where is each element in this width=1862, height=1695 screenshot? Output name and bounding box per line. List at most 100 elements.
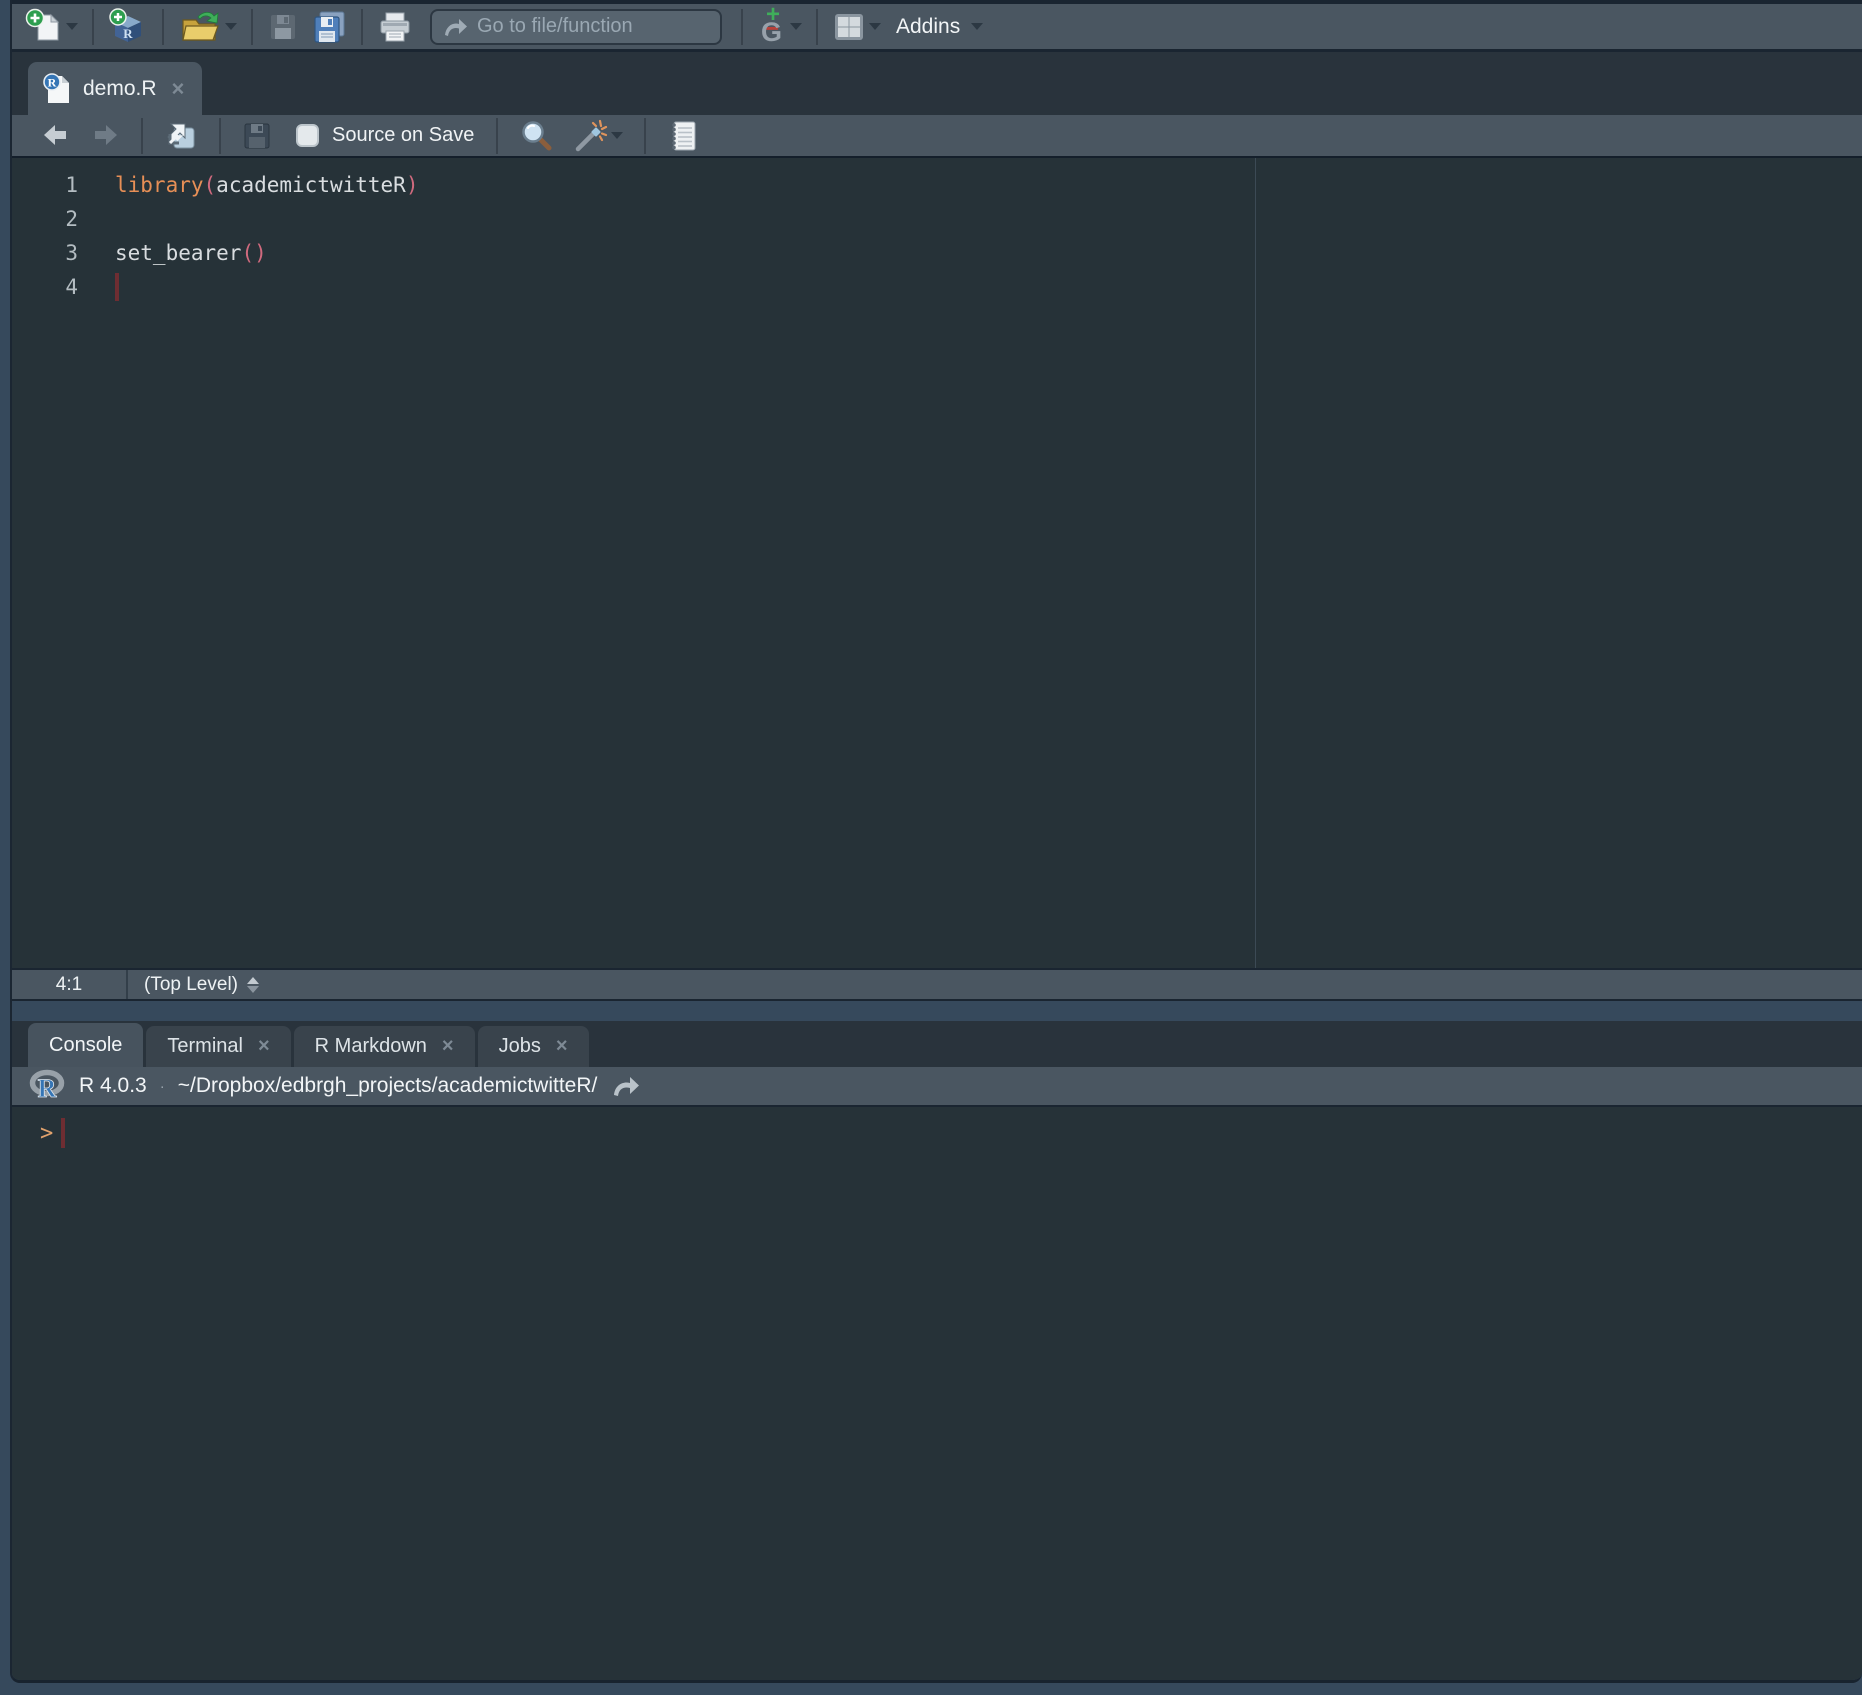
tab-r-markdown[interactable]: R Markdown ×	[294, 1026, 475, 1067]
tab-jobs[interactable]: Jobs ×	[478, 1026, 589, 1067]
code-content[interactable]	[78, 270, 119, 304]
code-token-paren: )	[406, 168, 419, 202]
editor-status-bar: 4:1 (Top Level)	[12, 968, 1862, 1001]
find-replace-button[interactable]	[514, 116, 558, 156]
rstudio-window: R	[0, 0, 1862, 1695]
magic-wand-icon	[572, 119, 608, 153]
close-icon[interactable]: ×	[556, 1035, 568, 1058]
r-file-icon: R	[42, 72, 72, 106]
goto-file-function-input[interactable]	[477, 15, 710, 38]
tab-label: R Markdown	[315, 1035, 427, 1058]
pane-divider[interactable]	[12, 1001, 1862, 1021]
new-file-dropdown-caret[interactable]	[66, 23, 78, 30]
close-icon[interactable]: ×	[442, 1035, 454, 1058]
new-project-icon: R	[108, 7, 148, 47]
console-tab-strip: Console Terminal × R Markdown × Jobs ×	[12, 1021, 1862, 1067]
open-file-dropdown-caret[interactable]	[225, 23, 237, 30]
workspace-panes-button[interactable]	[827, 7, 886, 47]
code-token-identifier: set_bearer	[115, 236, 241, 270]
forward-button[interactable]	[85, 116, 125, 156]
source-editor[interactable]: 1 library(academictwitteR) 2 3 set_beare…	[12, 158, 1862, 968]
console-prompt-line: >	[40, 1117, 1862, 1149]
code-tools-button[interactable]	[567, 116, 628, 156]
code-tools-dropdown-caret[interactable]	[611, 132, 623, 139]
panes-layout-icon	[832, 11, 866, 43]
editor-cursor	[115, 273, 119, 301]
save-all-button[interactable]	[306, 7, 352, 47]
goto-file-function-box[interactable]	[430, 9, 722, 45]
compile-report-button[interactable]	[662, 116, 702, 156]
save-button[interactable]	[262, 7, 304, 47]
console-prompt: >	[40, 1121, 53, 1146]
line-number: 4	[12, 270, 78, 304]
main-toolbar: R	[12, 0, 1862, 52]
toolbar-separator	[741, 9, 743, 45]
scope-spinner-icon[interactable]	[247, 977, 259, 993]
save-document-button[interactable]	[237, 116, 277, 156]
toolbar-separator	[219, 118, 221, 154]
tab-console[interactable]: Console	[28, 1023, 143, 1067]
toolbar-separator	[496, 118, 498, 154]
toolbar-separator	[251, 9, 253, 45]
open-folder-icon	[178, 8, 222, 46]
svg-text:R: R	[48, 75, 57, 89]
tab-terminal[interactable]: Terminal ×	[146, 1026, 290, 1067]
working-directory-label: ~/Dropbox/edbrgh_projects/academictwitte…	[178, 1074, 598, 1098]
git-letter-glyph: G	[761, 17, 782, 48]
console-header: R R 4.0.3 · ~/Dropbox/edbrgh_projects/ac…	[12, 1067, 1862, 1107]
toolbar-separator	[141, 118, 143, 154]
scope-selector[interactable]: (Top Level)	[128, 970, 259, 999]
new-file-button[interactable]	[20, 7, 83, 47]
popout-icon	[164, 120, 198, 152]
forward-icon	[90, 122, 120, 150]
r-logo-icon: R	[28, 1069, 66, 1103]
source-on-save-checkbox[interactable]	[296, 124, 319, 147]
r-version-label: R 4.0.3	[79, 1074, 147, 1098]
code-line: 2	[12, 202, 1862, 236]
open-file-button[interactable]	[173, 7, 242, 47]
toolbar-separator	[816, 9, 818, 45]
line-number: 2	[12, 202, 78, 236]
save-icon	[242, 121, 272, 151]
toolbar-separator	[162, 9, 164, 45]
code-content[interactable]: library(academictwitteR)	[78, 168, 418, 202]
code-line: 4	[12, 270, 1862, 304]
tab-label: Jobs	[499, 1035, 541, 1058]
cursor-position[interactable]: 4:1	[12, 970, 128, 999]
show-in-new-window-button[interactable]	[159, 116, 203, 156]
svg-text:R: R	[38, 1074, 57, 1103]
console[interactable]: >	[12, 1107, 1862, 1680]
tab-demo-r[interactable]: R demo.R ×	[28, 62, 202, 115]
code-content[interactable]: set_bearer()	[78, 236, 267, 270]
goto-arrow-icon	[442, 15, 468, 39]
header-separator-dot: ·	[160, 1078, 165, 1095]
code-token-identifier: academictwitteR	[216, 168, 406, 202]
source-on-save-label: Source on Save	[332, 124, 474, 147]
new-project-button[interactable]: R	[103, 7, 153, 47]
svg-text:R: R	[123, 26, 133, 41]
save-all-icon	[311, 10, 347, 44]
addins-menu[interactable]: Addins	[888, 15, 991, 39]
close-icon[interactable]: ×	[258, 1035, 270, 1058]
tab-label: Console	[49, 1034, 122, 1057]
version-control-dropdown-caret[interactable]	[790, 23, 802, 30]
addins-dropdown-caret	[971, 23, 983, 30]
print-button[interactable]	[372, 7, 418, 47]
print-margin-line	[1255, 158, 1256, 968]
tab-label: Terminal	[167, 1035, 243, 1058]
code-token-keyword: library	[115, 168, 204, 202]
code-content[interactable]	[78, 202, 115, 236]
code-line: 3 set_bearer()	[12, 236, 1862, 270]
compile-notebook-icon	[667, 119, 697, 153]
version-control-button[interactable]: + − G	[752, 7, 807, 47]
back-button[interactable]	[36, 116, 76, 156]
toolbar-separator	[92, 9, 94, 45]
line-number: 1	[12, 168, 78, 202]
panes-dropdown-caret[interactable]	[869, 23, 881, 30]
print-icon	[377, 9, 413, 45]
close-icon[interactable]: ×	[172, 76, 185, 102]
back-icon	[41, 122, 71, 150]
show-directory-arrow-icon[interactable]	[610, 1073, 640, 1099]
source-tab-strip: R demo.R ×	[12, 52, 1862, 115]
git-diff-icon: + − G	[757, 9, 787, 45]
